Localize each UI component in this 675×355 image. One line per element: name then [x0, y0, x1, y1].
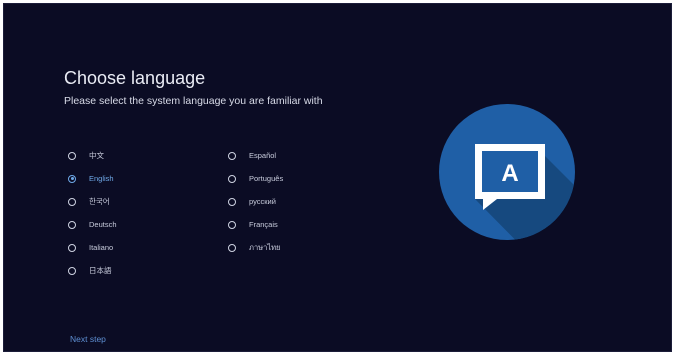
language-label: 中文	[89, 151, 104, 160]
page-subtitle: Please select the system language you ar…	[64, 95, 323, 107]
language-option-russian[interactable]: русский	[228, 190, 283, 213]
letter-a-glyph: A	[501, 160, 518, 187]
language-setup-screen: Choose language Please select the system…	[3, 3, 672, 352]
language-label: ภาษาไทย	[249, 242, 281, 252]
radio-button[interactable]	[68, 220, 76, 229]
next-step-button[interactable]: Next step	[70, 334, 106, 344]
language-label: English	[89, 174, 114, 183]
language-illustration-icon: A	[439, 104, 575, 240]
radio-button-selected[interactable]	[68, 174, 76, 183]
language-option-portuguese[interactable]: Português	[228, 167, 283, 190]
radio-button[interactable]	[68, 266, 76, 275]
language-option-japanese[interactable]: 日本語	[68, 259, 117, 282]
radio-button[interactable]	[68, 197, 76, 206]
radio-button[interactable]	[68, 243, 76, 252]
language-option-thai[interactable]: ภาษาไทย	[228, 236, 283, 259]
language-option-spanish[interactable]: Español	[228, 144, 283, 167]
radio-button[interactable]	[228, 197, 236, 206]
language-label: Deutsch	[89, 220, 117, 229]
language-option-english[interactable]: English	[68, 167, 117, 190]
radio-button[interactable]	[228, 243, 236, 252]
radio-button[interactable]	[228, 151, 236, 160]
radio-button[interactable]	[68, 151, 76, 160]
language-label: Italiano	[89, 243, 114, 252]
language-option-german[interactable]: Deutsch	[68, 213, 117, 236]
language-label: 日本語	[89, 266, 112, 275]
language-label: русский	[249, 197, 276, 206]
radio-button[interactable]	[228, 220, 236, 229]
language-label: Français	[249, 220, 278, 229]
page-title: Choose language	[64, 68, 206, 88]
language-option-korean[interactable]: 한국어	[68, 190, 117, 213]
language-list-right: Español Português русский Français ภาษาไ…	[228, 144, 283, 259]
language-label: Español	[249, 151, 277, 160]
language-label: 한국어	[89, 197, 110, 206]
language-list-left: 中文 English 한국어 Deutsch Italiano 日本語	[68, 144, 117, 282]
radio-button[interactable]	[228, 174, 236, 183]
language-label: Português	[249, 174, 284, 183]
language-option-italian[interactable]: Italiano	[68, 236, 117, 259]
language-option-chinese[interactable]: 中文	[68, 144, 117, 167]
language-option-french[interactable]: Français	[228, 213, 283, 236]
